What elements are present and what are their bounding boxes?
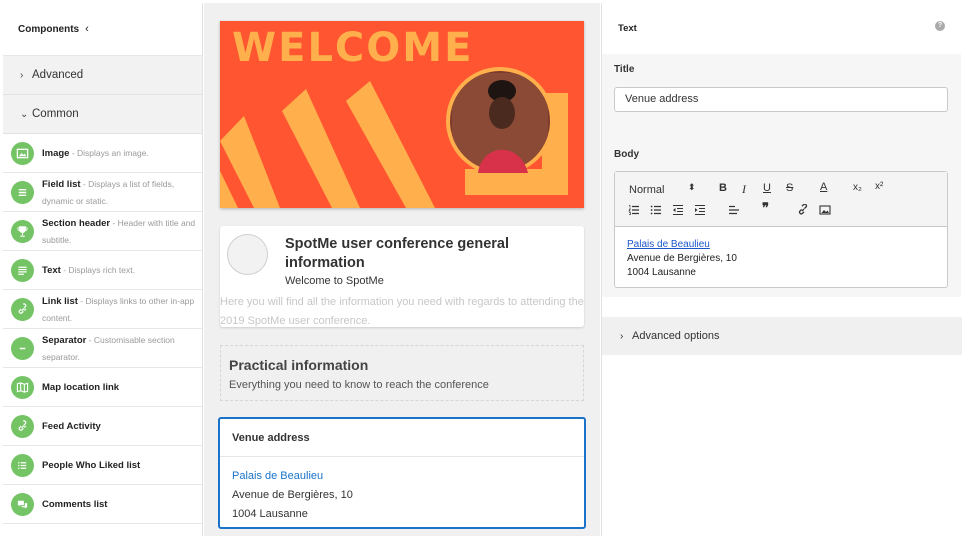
component-map-location-link[interactable]: Map location link [3,368,202,407]
page-canvas: WELCOME SpotMe user conference general i… [204,3,600,536]
component-name: Text [42,264,61,276]
image-icon[interactable] [819,204,831,216]
trophy-icon [11,219,34,243]
align-icon[interactable] [728,204,740,216]
component-name: People Who Liked list [42,459,141,471]
title-input[interactable]: Venue address [614,87,948,112]
component-comments-list[interactable]: Comments list [3,485,202,524]
chevron-left-icon[interactable]: ‹ [85,23,89,35]
component-name: Comments list [42,498,108,510]
chevron-down-icon: ⌄ [20,108,29,120]
group-advanced-label: Advanced [32,69,84,81]
body-label: Body [614,149,639,160]
venue-title: Venue address [220,419,584,457]
panel-title: Text [618,23,637,34]
components-title: Components [18,23,80,35]
venue-text-block-selected[interactable]: Venue address Palais de Beaulieu Avenue … [218,417,586,529]
panel-header: Text ? [602,3,961,54]
title-label: Title [614,64,635,75]
component-name: Separator [42,334,87,346]
info-header-card[interactable]: SpotMe user conference general informati… [220,226,584,327]
venue-link[interactable]: Palais de Beaulieu [232,467,584,486]
text-icon [11,258,34,282]
practical-subtitle: Everything you need to know to reach the… [229,379,489,391]
component-section-header[interactable]: Section header - Header with title and s… [3,212,202,251]
practical-section-header[interactable]: Practical information Everything you nee… [220,345,584,401]
superscript-button[interactable]: x² [875,181,883,192]
venue-line: 1004 Lausanne [232,508,308,520]
info-card-title: SpotMe user conference general informati… [285,236,510,271]
outdent-icon[interactable] [672,204,684,216]
ordered-list-icon[interactable] [628,204,640,216]
list-icon [11,453,34,477]
comments-icon [11,492,34,516]
bullet-list-icon[interactable] [650,204,662,216]
editor-toolbar: Normal ⬍ B I U S A x₂ x² ❞ [615,172,947,227]
banner-welcome-text: WELCOME [232,25,474,71]
components-header[interactable]: Components ‹ [3,3,202,56]
minus-icon [11,336,34,360]
editor-link[interactable]: Palais de Beaulieu [627,238,947,252]
component-field-list[interactable]: Field list - Displays a list of fields, … [3,173,202,212]
component-feed-activity[interactable]: Feed Activity [3,407,202,446]
format-select[interactable]: Normal [629,184,664,196]
component-name: Image [42,147,70,159]
component-name: Section header [42,217,111,229]
map-icon [11,375,34,399]
group-common-label: Common [32,108,79,120]
strike-button[interactable]: S [786,182,793,194]
component-name: Link list [42,295,78,307]
component-text[interactable]: Text - Displays rich text. [3,251,202,290]
properties-panel: Text ? Title Venue address Body Normal ⬍… [601,3,962,536]
component-name: Feed Activity [42,420,101,432]
editor-content[interactable]: Palais de Beaulieu Avenue de Bergières, … [615,227,947,280]
rich-text-editor[interactable]: Normal ⬍ B I U S A x₂ x² ❞ Palais de Bea… [614,171,948,288]
component-separator[interactable]: Separator - Customisable section separat… [3,329,202,368]
component-name: Map location link [42,381,120,393]
italic-button[interactable]: I [742,182,746,197]
advanced-options-label: Advanced options [632,330,720,342]
group-common[interactable]: ⌄ Common [3,95,202,134]
bold-button[interactable]: B [719,182,727,194]
editor-line: Avenue de Bergières, 10 [627,253,737,264]
editor-line: 1004 Lausanne [627,267,696,278]
text-color-button[interactable]: A [820,181,827,193]
chevron-right-icon: › [20,69,24,81]
image-icon [11,141,34,165]
underline-button[interactable]: U [763,182,771,194]
group-advanced[interactable]: › Advanced [3,56,202,95]
quote-button[interactable]: ❞ [762,200,769,216]
component-desc: - Displays an image. [69,147,149,158]
info-card-subtitle: Welcome to SpotMe [285,275,384,287]
component-image[interactable]: Image - Displays an image. [3,134,202,173]
welcome-banner-image[interactable]: WELCOME [220,21,584,208]
component-people-who-liked-list[interactable]: People Who Liked list [3,446,202,485]
list-icon [11,180,34,204]
chevron-right-icon: › [620,330,624,342]
advanced-options-toggle[interactable]: › Advanced options [602,317,962,355]
link-icon [11,414,34,438]
panel-form: Title Venue address Body Normal ⬍ B I U … [602,54,961,297]
venue-line: Avenue de Bergières, 10 [232,489,353,501]
select-arrows-icon[interactable]: ⬍ [688,182,696,193]
link-icon [11,297,34,321]
avatar-placeholder [227,234,268,275]
component-link-list[interactable]: Link list - Displays links to other in-a… [3,290,202,329]
subscript-button[interactable]: x₂ [853,182,862,193]
indent-icon[interactable] [694,204,706,216]
info-card-body: Here you will find all the information y… [220,296,584,327]
link-icon[interactable] [797,204,809,216]
help-icon[interactable]: ? [935,21,945,31]
component-desc: - Displays rich text. [60,264,135,275]
component-name: Field list [42,178,81,190]
components-sidebar: Components ‹ › Advanced ⌄ Common Image -… [3,3,203,536]
practical-title: Practical information [229,357,369,373]
